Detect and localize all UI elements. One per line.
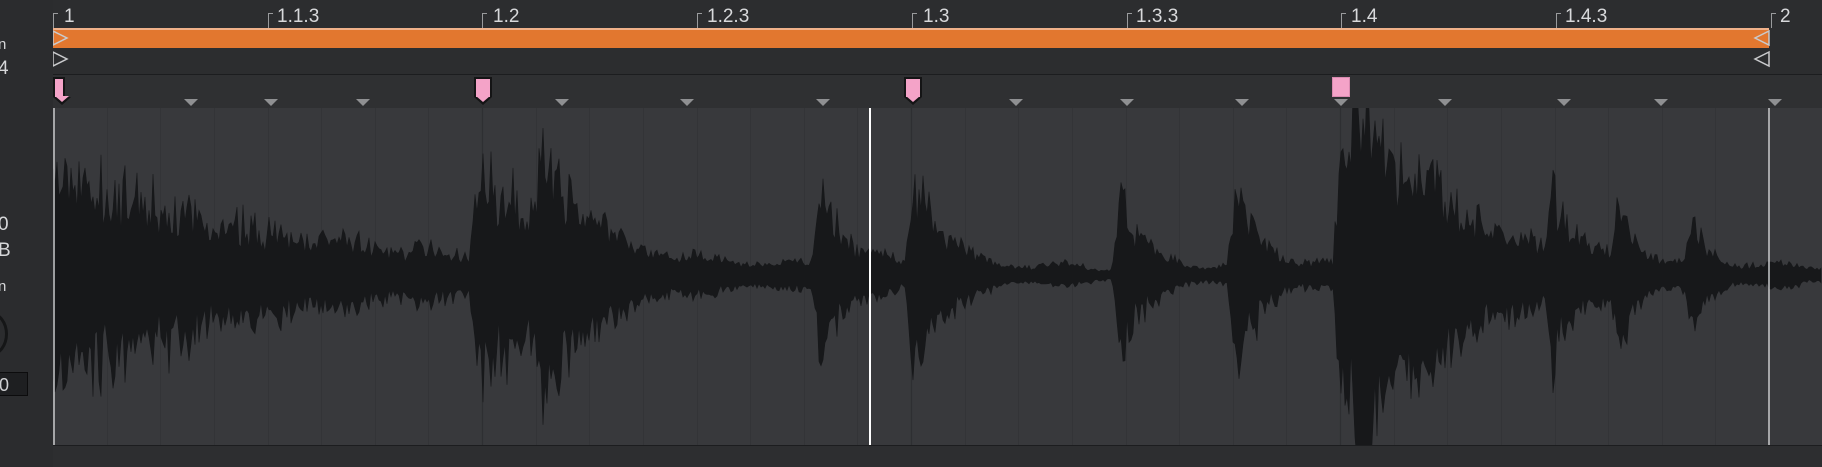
loop-region-lane[interactable]	[53, 28, 1822, 74]
transient-marker[interactable]	[1654, 99, 1668, 106]
transient-marker[interactable]	[680, 99, 694, 106]
ruler-tick	[912, 13, 917, 28]
transient-marker[interactable]	[1120, 99, 1134, 106]
ruler-tick	[1127, 13, 1132, 28]
transient-marker[interactable]	[1557, 99, 1571, 106]
loop-markers	[53, 29, 1770, 68]
ruler-tick	[1771, 13, 1776, 28]
horizontal-scroll-area[interactable]	[53, 445, 1822, 467]
transient-marker[interactable]	[1009, 99, 1023, 106]
warp-marker[interactable]	[474, 77, 492, 105]
panel-label-n: n	[0, 278, 6, 295]
transient-marker[interactable]	[1768, 99, 1782, 106]
ruler-tick	[1341, 13, 1346, 28]
transient-marker[interactable]	[1438, 99, 1452, 106]
end-marker-icon[interactable]	[1753, 50, 1770, 68]
loop-start-icon[interactable]	[53, 30, 69, 46]
ruler-label: 1.3.3	[1136, 6, 1179, 27]
clip-view: n 4 0 B n 0 1 1.1.3 1.2 1.2.3 1.3 1.3.3 …	[0, 0, 1822, 467]
gain-unit: B	[0, 240, 11, 262]
ruler-label: 1.3	[923, 6, 950, 27]
loop-end-icon[interactable]	[1753, 29, 1770, 47]
start-marker-icon[interactable]	[53, 51, 69, 67]
ruler-tick	[482, 13, 487, 28]
panel-label-top: n	[0, 36, 6, 53]
transient-marker[interactable]	[1235, 99, 1249, 106]
sample-editor[interactable]	[53, 108, 1822, 445]
gain-value: 0	[0, 214, 9, 236]
transient-marker[interactable]	[816, 99, 830, 106]
ruler-label: 1.2	[493, 6, 520, 27]
clip-properties-panel: n 4 0 B n 0	[0, 0, 54, 466]
ruler-tick	[53, 13, 58, 28]
ruler-tick	[268, 13, 273, 28]
transient-marker[interactable]	[1334, 99, 1348, 106]
gain-knob[interactable]	[0, 312, 8, 356]
waveform-display[interactable]	[53, 108, 1822, 445]
ruler-label: 1.2.3	[707, 6, 750, 27]
ruler-label: 1.4.3	[1565, 6, 1608, 27]
transient-marker[interactable]	[264, 99, 278, 106]
warp-marker[interactable]	[904, 77, 922, 105]
warp-marker-lane[interactable]	[53, 74, 1822, 110]
ruler-label: 1.1.3	[277, 6, 320, 27]
ruler-label: 1.4	[1351, 6, 1378, 27]
ruler-tick	[697, 13, 702, 28]
ruler-label: 2	[1780, 6, 1791, 27]
warp-marker[interactable]	[53, 77, 71, 105]
transpose-field[interactable]: 0	[0, 372, 28, 396]
transient-marker[interactable]	[184, 99, 198, 106]
ruler-tick	[1556, 13, 1561, 28]
warp-marker-selected[interactable]	[1332, 77, 1350, 97]
transient-marker[interactable]	[555, 99, 569, 106]
ruler-label: 1	[64, 6, 75, 27]
beat-time-ruler[interactable]: 1 1.1.3 1.2 1.2.3 1.3 1.3.3 1.4 1.4.3 2	[53, 0, 1822, 28]
transient-marker[interactable]	[356, 99, 370, 106]
signature-denominator: 4	[0, 58, 9, 80]
